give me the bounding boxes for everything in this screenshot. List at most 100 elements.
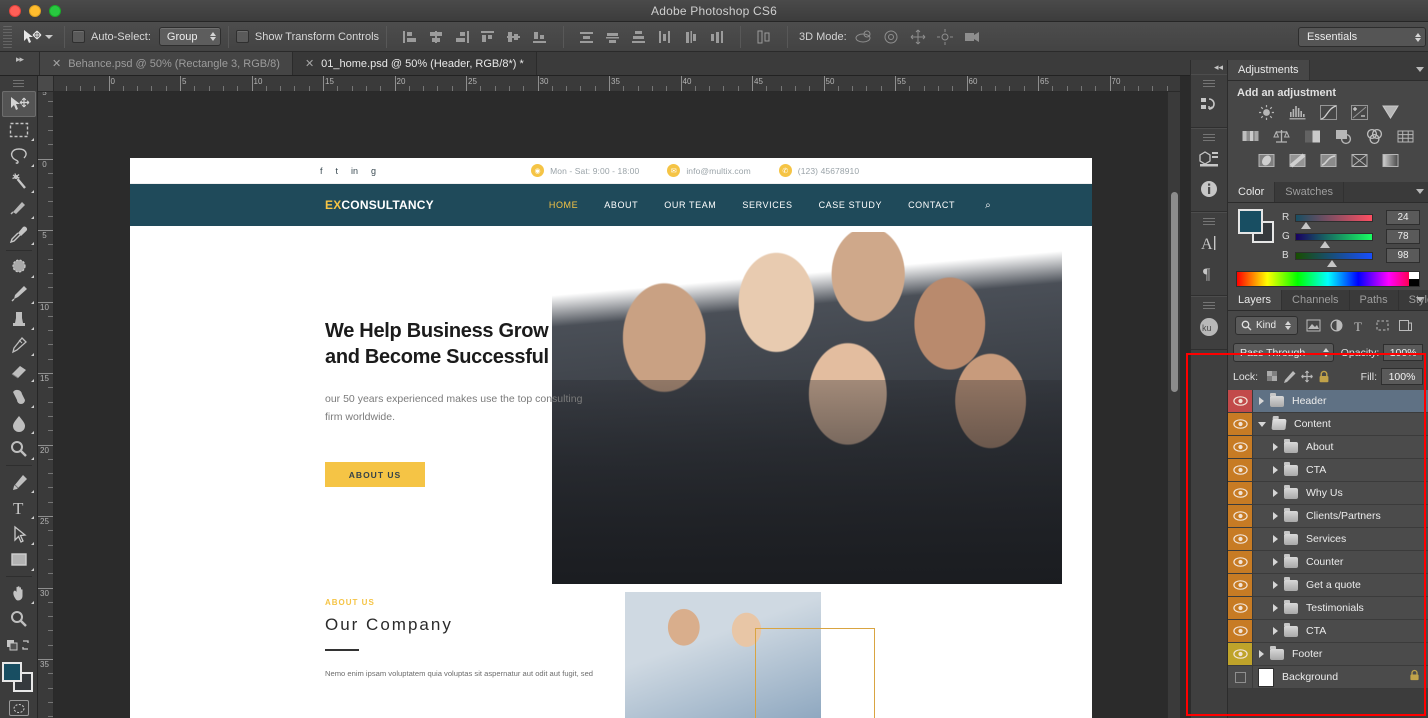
adjustment-filter-icon[interactable] (1328, 318, 1344, 334)
close-tab-icon[interactable]: ✕ (305, 57, 314, 70)
green-slider-thumb[interactable] (1320, 240, 1330, 248)
chevron-right-icon[interactable] (1273, 581, 1278, 589)
hero-cta-button[interactable]: ABOUT US (325, 462, 425, 488)
layer-visibility-toggle[interactable] (1228, 436, 1253, 458)
layer-row-header[interactable]: Header (1228, 390, 1428, 413)
chevron-right-icon[interactable] (1259, 650, 1264, 658)
opacity-value-field[interactable]: 100% (1383, 344, 1423, 361)
exposure-icon[interactable] (1349, 103, 1370, 121)
magic-wand-tool[interactable] (2, 169, 36, 195)
canvas-vertical-scrollbar[interactable] (1167, 92, 1180, 718)
layer-row-counter[interactable]: Counter (1228, 551, 1428, 574)
pen-tool[interactable] (2, 469, 36, 495)
auto-select-scope-dropdown[interactable]: Group (158, 27, 221, 46)
align-horizontal-centers-icon[interactable] (428, 30, 444, 44)
hand-tool[interactable] (2, 580, 36, 606)
tab-layers[interactable]: Layers (1228, 290, 1283, 310)
photo-filter-icon[interactable] (1333, 127, 1354, 145)
tab-adjustments[interactable]: Adjustments (1228, 60, 1310, 80)
google-plus-icon[interactable]: g (371, 166, 376, 176)
rectangular-marquee-tool[interactable] (2, 117, 36, 143)
distribute-horizontal-centers-icon[interactable] (683, 30, 699, 44)
dock-group-grip[interactable] (1203, 218, 1215, 225)
layer-row-cta[interactable]: CTA (1228, 459, 1428, 482)
layer-visibility-toggle[interactable] (1228, 413, 1253, 435)
layer-list[interactable]: Header Content About CTA Why Us Clients/Partn… (1228, 390, 1428, 689)
dock-group-grip[interactable] (1203, 302, 1215, 309)
twitter-icon[interactable]: t (336, 166, 339, 176)
shape-filter-icon[interactable] (1374, 318, 1390, 334)
dock-group-grip[interactable] (1203, 134, 1215, 141)
default-colors-and-swap[interactable] (2, 632, 36, 658)
auto-align-layers-group[interactable] (748, 30, 780, 44)
layer-visibility-toggle[interactable] (1228, 528, 1253, 550)
tool-preset-chevron-icon[interactable] (45, 34, 53, 39)
layer-visibility-toggle[interactable] (1228, 551, 1253, 573)
scrollbar-thumb[interactable] (1171, 192, 1178, 392)
threshold-icon[interactable] (1318, 151, 1339, 169)
workspace-switcher[interactable]: Essentials (1298, 27, 1426, 47)
layer-row-why-us[interactable]: Why Us (1228, 482, 1428, 505)
align-right-edges-icon[interactable] (454, 30, 470, 44)
layer-row-testimonials[interactable]: Testimonials (1228, 597, 1428, 620)
smartobject-filter-icon[interactable] (1397, 318, 1413, 334)
lock-all-icon[interactable] (1315, 369, 1332, 384)
tab-color[interactable]: Color (1228, 182, 1276, 202)
layer-row-cta[interactable]: CTA (1228, 620, 1428, 643)
document-tab-01home[interactable]: ✕ 01_home.psd @ 50% (Header, RGB/8*) * (292, 52, 537, 75)
panel-menu-icon[interactable] (1416, 189, 1424, 194)
facebook-icon[interactable]: f (320, 166, 323, 176)
kuler-icon[interactable]: ku (1194, 313, 1224, 341)
eraser-tool[interactable] (2, 358, 36, 384)
info-icon[interactable] (1194, 175, 1224, 203)
lock-transparent-pixels-icon[interactable] (1264, 369, 1281, 384)
auto-select-checkbox[interactable] (72, 30, 85, 43)
paragraph-icon[interactable]: ¶ (1194, 259, 1224, 287)
layer-row-clients-partners[interactable]: Clients/Partners (1228, 505, 1428, 528)
layer-row-background[interactable]: Background (1228, 666, 1428, 689)
clone-stamp-tool[interactable] (2, 306, 36, 332)
red-value-field[interactable]: 24 (1386, 210, 1420, 225)
nav-item-case-study[interactable]: CASE STUDY (819, 200, 883, 210)
path-selection-tool[interactable] (2, 521, 36, 547)
social-links[interactable]: f t in g (130, 166, 376, 176)
distribute-top-edges-icon[interactable] (579, 30, 595, 44)
chevron-right-icon[interactable] (1273, 512, 1278, 520)
panel-menu-icon[interactable] (1416, 297, 1424, 302)
tab-paths[interactable]: Paths (1349, 290, 1399, 310)
spot-healing-brush-tool[interactable] (2, 254, 36, 280)
hue-saturation-icon[interactable] (1240, 127, 1261, 145)
layer-row-content[interactable]: Content (1228, 413, 1428, 436)
posterize-icon[interactable] (1287, 151, 1308, 169)
green-slider-track[interactable] (1295, 232, 1373, 248)
lasso-tool[interactable] (2, 143, 36, 169)
options-bar-grip[interactable] (3, 25, 12, 48)
chevron-right-icon[interactable] (1273, 535, 1278, 543)
vibrance-icon[interactable] (1380, 103, 1401, 121)
move-tool[interactable] (1, 91, 36, 117)
drag-3d-object-icon[interactable] (909, 29, 927, 45)
document-tab-behance[interactable]: ✕ Behance.psd @ 50% (Rectangle 3, RGB/8) (40, 52, 293, 75)
auto-align-layers-icon[interactable] (756, 30, 772, 44)
chevron-right-icon[interactable] (1273, 466, 1278, 474)
tab-channels[interactable]: Channels (1282, 290, 1350, 310)
layer-visibility-toggle[interactable] (1228, 574, 1253, 596)
panel-menu-icon[interactable] (1416, 67, 1424, 72)
distribute-bottom-edges-icon[interactable] (631, 30, 647, 44)
chevron-right-icon[interactable] (1273, 489, 1278, 497)
layer-visibility-toggle[interactable] (1228, 597, 1253, 619)
blue-slider-track[interactable] (1295, 251, 1373, 267)
type-filter-icon[interactable]: T (1351, 318, 1367, 334)
pixel-filter-icon[interactable] (1305, 318, 1321, 334)
align-top-edges-icon[interactable] (480, 30, 496, 44)
align-bottom-edges-icon[interactable] (532, 30, 548, 44)
color-panel-swatches[interactable] (1236, 209, 1276, 245)
lock-image-pixels-icon[interactable] (1281, 369, 1298, 384)
layer-row-get-a-quote[interactable]: Get a quote (1228, 574, 1428, 597)
3d-icon[interactable] (1194, 145, 1224, 173)
scale-3d-camera-icon[interactable] (963, 29, 981, 45)
slide-3d-object-icon[interactable] (936, 28, 954, 45)
chevron-right-icon[interactable] (1273, 627, 1278, 635)
history-icon[interactable] (1194, 91, 1224, 119)
crop-tool[interactable] (2, 195, 36, 221)
